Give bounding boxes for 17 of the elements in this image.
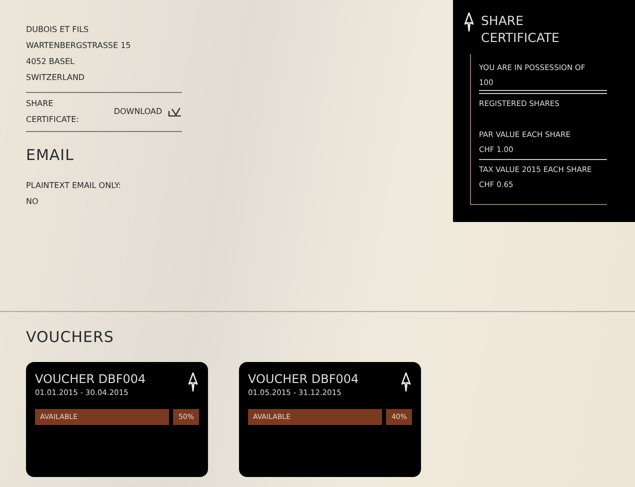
voucher-title: VOUCHER DBF004 (248, 372, 359, 386)
nib-icon (400, 372, 412, 392)
email-option-label: PLAINTEXT EMAIL ONLY: (26, 180, 122, 192)
address-line: DUBOIS ET FILS (26, 24, 90, 36)
download-icon[interactable] (168, 107, 182, 117)
certificate-title: SHARE CERTIFICATE (481, 12, 560, 46)
download-label: SHARE CERTIFICATE: (26, 98, 80, 126)
address-line: SWITZERLAND (26, 72, 86, 84)
address-line: 4052 BASEL (26, 56, 76, 68)
email-heading: EMAIL (26, 146, 75, 164)
email-option-value: NO (26, 196, 40, 208)
address-line: WARTENBERGSTRASSE 15 (26, 40, 132, 52)
voucher-title: VOUCHER DBF004 (35, 372, 146, 386)
download-link[interactable]: DOWNLOAD (114, 104, 162, 120)
nib-icon (463, 12, 475, 32)
vouchers-heading: VOUCHERS (26, 328, 115, 346)
nib-icon (187, 372, 199, 392)
